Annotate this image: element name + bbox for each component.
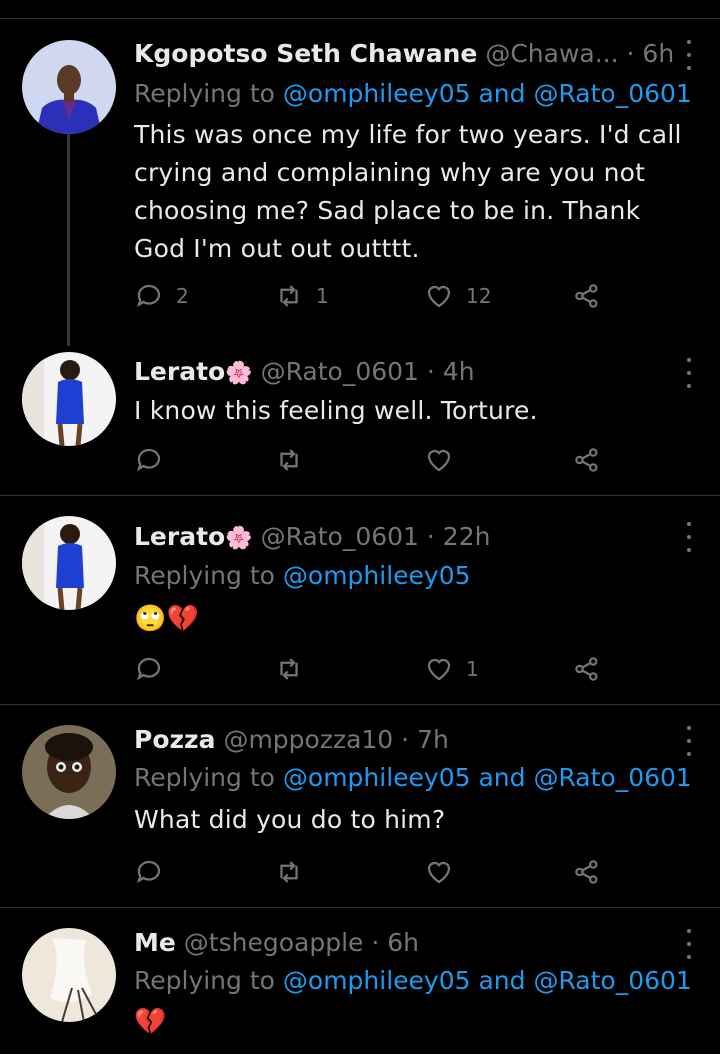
display-name[interactable]: Kgopotso Seth Chawane xyxy=(134,39,477,68)
display-name[interactable]: Me xyxy=(134,928,176,957)
replying-to: Replying to @omphileey05 xyxy=(134,558,700,594)
tweet-header: Lerato🌸 @Rato_0601 · 4h xyxy=(134,354,674,390)
handle[interactable]: @mppozza10 xyxy=(223,725,393,754)
like-button[interactable]: 12 xyxy=(424,276,491,316)
retweet-button[interactable] xyxy=(274,852,316,892)
replying-to-users[interactable]: @omphileey05 and @Rato_0601 xyxy=(283,763,692,792)
retweet-button[interactable] xyxy=(274,649,316,689)
avatar-photo-woman-blue-dress xyxy=(22,352,116,446)
thread-line xyxy=(67,134,70,346)
more-options-icon[interactable] xyxy=(682,726,696,756)
tweet-actions: 2 1 12 xyxy=(134,276,700,316)
heart-icon xyxy=(427,449,451,472)
handle[interactable]: @tshegoapple xyxy=(184,928,364,957)
tweet-text: 💔 xyxy=(134,1007,167,1037)
name-emoji: 🌸 xyxy=(225,361,253,386)
tweet-header: Pozza @mppozza10 · 7h xyxy=(134,722,674,758)
tweet-header: Me @tshegoapple · 6h xyxy=(134,925,674,961)
replying-prefix: Replying to xyxy=(134,561,275,590)
avatar[interactable] xyxy=(22,928,116,1022)
retweet-count: 1 xyxy=(316,284,329,308)
replying-to-users[interactable]: @omphileey05 and @Rato_0601 xyxy=(283,79,692,108)
tweet-header: Kgopotso Seth Chawane @Chawa... · 6h xyxy=(134,36,674,72)
share-button[interactable] xyxy=(572,440,602,480)
tweet-divider xyxy=(0,495,720,496)
retweet-icon xyxy=(280,449,298,471)
handle[interactable]: @Chawa... xyxy=(485,39,618,68)
share-icon xyxy=(575,657,598,681)
like-button[interactable]: 1 xyxy=(424,649,479,689)
name-emoji: 🌸 xyxy=(225,526,253,551)
share-icon xyxy=(575,860,598,884)
more-options-icon[interactable] xyxy=(682,929,696,959)
like-button[interactable] xyxy=(424,440,466,480)
reply-icon xyxy=(137,284,161,308)
replying-to: Replying to @omphileey05 and @Rato_0601 xyxy=(134,760,700,796)
replying-prefix: Replying to xyxy=(134,763,275,792)
tweet-text: This was once my life for two years. I'd… xyxy=(134,120,682,263)
reply-icon xyxy=(137,448,161,472)
timestamp[interactable]: · 22h xyxy=(427,522,491,551)
handle[interactable]: @Rato_0601 xyxy=(261,357,419,386)
share-icon xyxy=(575,284,598,308)
replying-to-users[interactable]: @omphileey05 xyxy=(283,561,471,590)
heart-icon xyxy=(427,861,451,884)
more-options-icon[interactable] xyxy=(682,358,696,388)
display-name[interactable]: Lerato xyxy=(134,357,225,386)
retweet-button[interactable] xyxy=(274,440,316,480)
like-count: 1 xyxy=(466,657,479,681)
reply-button[interactable] xyxy=(134,440,176,480)
reply-icon xyxy=(137,860,161,884)
share-button[interactable] xyxy=(572,276,602,316)
tweet-header: Lerato🌸 @Rato_0601 · 22h xyxy=(134,519,674,555)
retweet-icon xyxy=(280,861,298,883)
timestamp[interactable]: · 7h xyxy=(401,725,449,754)
heart-icon xyxy=(427,658,451,681)
avatar-photo-woman-blue-dress xyxy=(22,516,116,610)
reply-icon xyxy=(137,657,161,681)
reply-button[interactable]: 2 xyxy=(134,276,189,316)
display-name[interactable]: Pozza xyxy=(134,725,215,754)
timestamp[interactable]: · 4h xyxy=(427,357,475,386)
avatar[interactable] xyxy=(22,516,116,610)
tweet-text: What did you do to him? xyxy=(134,805,446,834)
avatar-photo-man-in-suit xyxy=(22,40,116,134)
top-divider xyxy=(0,18,720,19)
heart-icon xyxy=(427,285,451,308)
more-options-icon[interactable] xyxy=(682,40,696,70)
avatar-cartoon-boy xyxy=(22,725,116,819)
avatar[interactable] xyxy=(22,40,116,134)
more-options-icon[interactable] xyxy=(682,522,696,552)
timestamp[interactable]: · 6h xyxy=(627,39,674,68)
avatar-photo-white-dress xyxy=(22,928,116,1022)
replying-to: Replying to @omphileey05 and @Rato_0601 xyxy=(134,963,700,999)
replying-prefix: Replying to xyxy=(134,966,275,995)
avatar[interactable] xyxy=(22,352,116,446)
reply-button[interactable] xyxy=(134,852,176,892)
tweet-actions xyxy=(134,852,700,892)
avatar[interactable] xyxy=(22,725,116,819)
retweet-icon xyxy=(280,658,298,680)
share-icon xyxy=(575,448,598,472)
timestamp[interactable]: · 6h xyxy=(371,928,419,957)
replying-prefix: Replying to xyxy=(134,79,275,108)
retweet-button[interactable]: 1 xyxy=(274,276,329,316)
tweet-text: 🙄💔 xyxy=(134,604,200,634)
retweet-icon xyxy=(280,285,298,307)
reply-button[interactable] xyxy=(134,649,176,689)
handle[interactable]: @Rato_0601 xyxy=(261,522,419,551)
replying-to: Replying to @omphileey05 and @Rato_0601 xyxy=(134,76,700,112)
tweet-divider xyxy=(0,907,720,908)
share-button[interactable] xyxy=(572,852,602,892)
reply-count: 2 xyxy=(176,284,189,308)
replying-to-users[interactable]: @omphileey05 and @Rato_0601 xyxy=(283,966,692,995)
tweet-actions xyxy=(134,440,700,480)
like-button[interactable] xyxy=(424,852,466,892)
tweet-actions: 1 xyxy=(134,649,700,689)
like-count: 12 xyxy=(466,284,492,308)
share-button[interactable] xyxy=(572,649,602,689)
tweet-divider xyxy=(0,704,720,705)
tweet-text: I know this feeling well. Torture. xyxy=(134,396,538,425)
display-name[interactable]: Lerato xyxy=(134,522,225,551)
